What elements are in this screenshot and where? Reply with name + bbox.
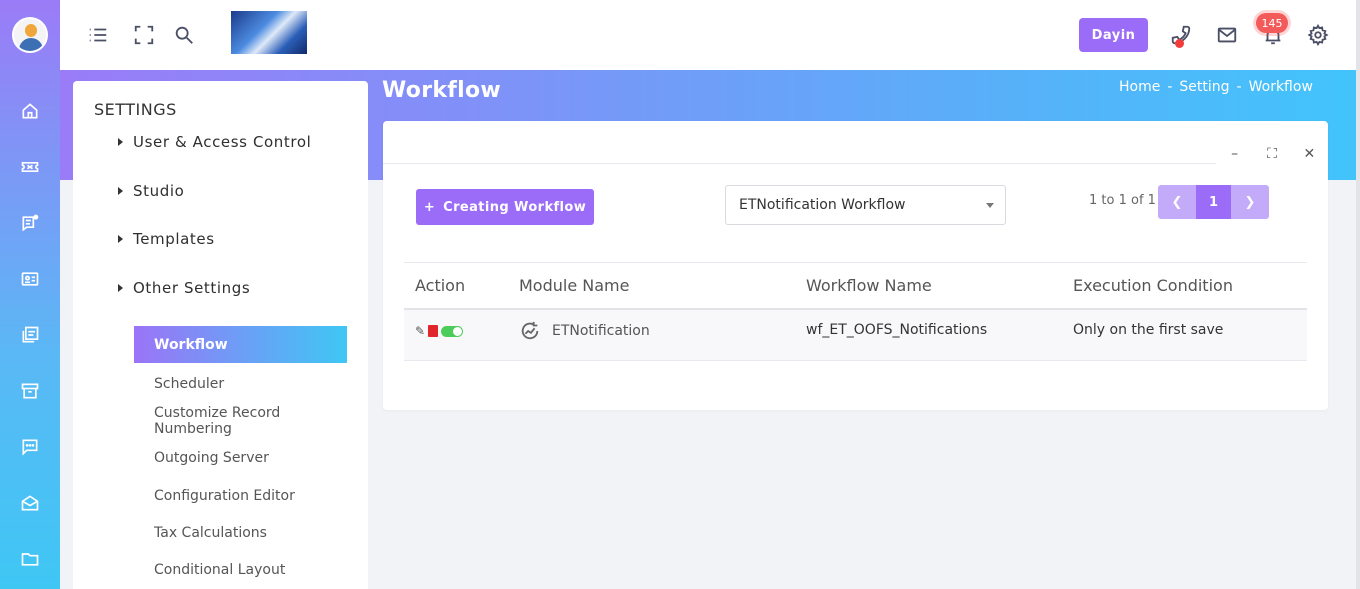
settings-title: SETTINGS bbox=[94, 100, 177, 119]
caret-right-icon bbox=[118, 138, 123, 146]
card-header-divider bbox=[383, 163, 1328, 164]
settings-group-user-access[interactable]: User & Access Control bbox=[118, 133, 311, 151]
chevron-left-icon: ❮ bbox=[1171, 194, 1183, 210]
plus-icon: + bbox=[423, 199, 436, 215]
module-workflow-select[interactable]: ETNotification Workflow bbox=[725, 185, 1006, 225]
workflow-name[interactable]: wf_ET_OOFS_Notifications bbox=[806, 322, 987, 338]
workflow-enabled-toggle[interactable] bbox=[441, 325, 464, 337]
settings-gear-icon[interactable] bbox=[1306, 23, 1330, 47]
page-title: Workflow bbox=[382, 78, 502, 103]
close-icon[interactable]: ✕ bbox=[1301, 146, 1317, 162]
column-header-action: Action bbox=[415, 276, 466, 295]
create-workflow-label: Creating Workflow bbox=[443, 199, 587, 215]
caret-right-icon bbox=[118, 235, 123, 243]
chat-note-icon[interactable] bbox=[18, 211, 42, 235]
settings-item-outgoing-server[interactable]: Outgoing Server bbox=[134, 439, 347, 476]
breadcrumb: Home - Setting - Workflow bbox=[1119, 79, 1313, 95]
dropdown-arrow-icon bbox=[986, 203, 994, 208]
home-icon[interactable] bbox=[18, 99, 42, 123]
caret-right-icon bbox=[118, 187, 123, 195]
settings-group-label: Templates bbox=[133, 230, 215, 248]
breadcrumb-home[interactable]: Home bbox=[1119, 79, 1160, 95]
settings-item-record-numbering[interactable]: Customize Record Numbering bbox=[134, 402, 347, 439]
archive-icon[interactable] bbox=[18, 379, 42, 403]
settings-group-other-settings[interactable]: Other Settings bbox=[118, 279, 250, 297]
settings-panel: SETTINGS User & Access Control Studio Te… bbox=[73, 81, 368, 589]
pdf-stack-icon[interactable] bbox=[18, 323, 42, 347]
execution-condition: Only on the first save bbox=[1073, 322, 1224, 338]
search-icon[interactable] bbox=[172, 23, 196, 47]
module-select-value: ETNotification Workflow bbox=[739, 197, 906, 213]
settings-group-label: Other Settings bbox=[133, 279, 251, 297]
settings-group-label: User & Access Control bbox=[133, 133, 312, 151]
create-workflow-button[interactable]: + Creating Workflow bbox=[416, 189, 594, 225]
settings-item-conditional-layout[interactable]: Conditional Layout bbox=[134, 551, 347, 588]
column-header-workflow-name[interactable]: Workflow Name bbox=[806, 276, 932, 295]
edit-icon[interactable]: ✎ bbox=[415, 324, 425, 338]
module-name[interactable]: ETNotification bbox=[552, 323, 650, 339]
message-icon[interactable] bbox=[18, 435, 42, 459]
table-top-border bbox=[404, 262, 1307, 263]
pagination-summary: 1 to 1 of 1 bbox=[1089, 193, 1156, 208]
notification-count-badge: 145 bbox=[1256, 13, 1288, 33]
breadcrumb-separator: - bbox=[1236, 79, 1242, 95]
avatar-head bbox=[25, 24, 37, 37]
pagination-prev-button[interactable]: ❮ bbox=[1158, 185, 1196, 219]
company-logo-image[interactable] bbox=[231, 11, 307, 54]
top-header: Dayin 145 bbox=[60, 0, 1356, 70]
settings-group-templates[interactable]: Templates bbox=[118, 230, 215, 248]
workflow-cycle-icon bbox=[521, 321, 539, 340]
settings-item-scheduler[interactable]: Scheduler bbox=[134, 365, 347, 402]
settings-item-tax-calculations[interactable]: Tax Calculations bbox=[134, 514, 347, 551]
column-header-module-name[interactable]: Module Name bbox=[519, 276, 629, 295]
breadcrumb-current: Workflow bbox=[1248, 79, 1313, 95]
card-tools: – ⛶ ✕ bbox=[1216, 141, 1328, 166]
page-scrollbar[interactable] bbox=[1356, 0, 1360, 589]
user-avatar[interactable] bbox=[12, 17, 48, 53]
avatar-body bbox=[19, 38, 43, 51]
ticket-icon[interactable] bbox=[18, 155, 42, 179]
column-header-execution-condition[interactable]: Execution Condition bbox=[1073, 276, 1233, 295]
fullscreen-icon[interactable] bbox=[132, 23, 156, 47]
left-icon-rail bbox=[0, 0, 60, 589]
chevron-right-icon: ❯ bbox=[1244, 194, 1256, 210]
settings-item-configuration-editor[interactable]: Configuration Editor bbox=[134, 477, 347, 514]
phone-status-dot bbox=[1175, 39, 1184, 48]
breadcrumb-setting[interactable]: Setting bbox=[1179, 79, 1229, 95]
minimize-icon[interactable]: – bbox=[1227, 146, 1243, 162]
module-cell: ETNotification bbox=[519, 320, 650, 342]
expand-icon[interactable]: ⛶ bbox=[1264, 146, 1280, 162]
settings-item-workflow[interactable]: Workflow bbox=[134, 326, 347, 363]
breadcrumb-separator: - bbox=[1167, 79, 1173, 95]
delete-icon[interactable] bbox=[428, 325, 439, 337]
settings-group-label: Studio bbox=[133, 182, 185, 200]
folder-icon[interactable] bbox=[18, 547, 42, 571]
dayin-button[interactable]: Dayin bbox=[1079, 18, 1148, 52]
pagination-page-button[interactable]: 1 bbox=[1196, 185, 1231, 219]
contact-card-icon[interactable] bbox=[18, 267, 42, 291]
pagination-next-button[interactable]: ❯ bbox=[1231, 185, 1269, 219]
caret-right-icon bbox=[118, 284, 123, 292]
mail-icon[interactable] bbox=[1215, 23, 1239, 47]
row-actions: ✎ bbox=[415, 324, 464, 338]
workflow-card: – ⛶ ✕ + Creating Workflow ETNotification… bbox=[383, 121, 1328, 410]
menu-list-icon[interactable] bbox=[86, 23, 110, 47]
mail-open-icon[interactable] bbox=[18, 491, 42, 515]
settings-group-studio[interactable]: Studio bbox=[118, 182, 184, 200]
